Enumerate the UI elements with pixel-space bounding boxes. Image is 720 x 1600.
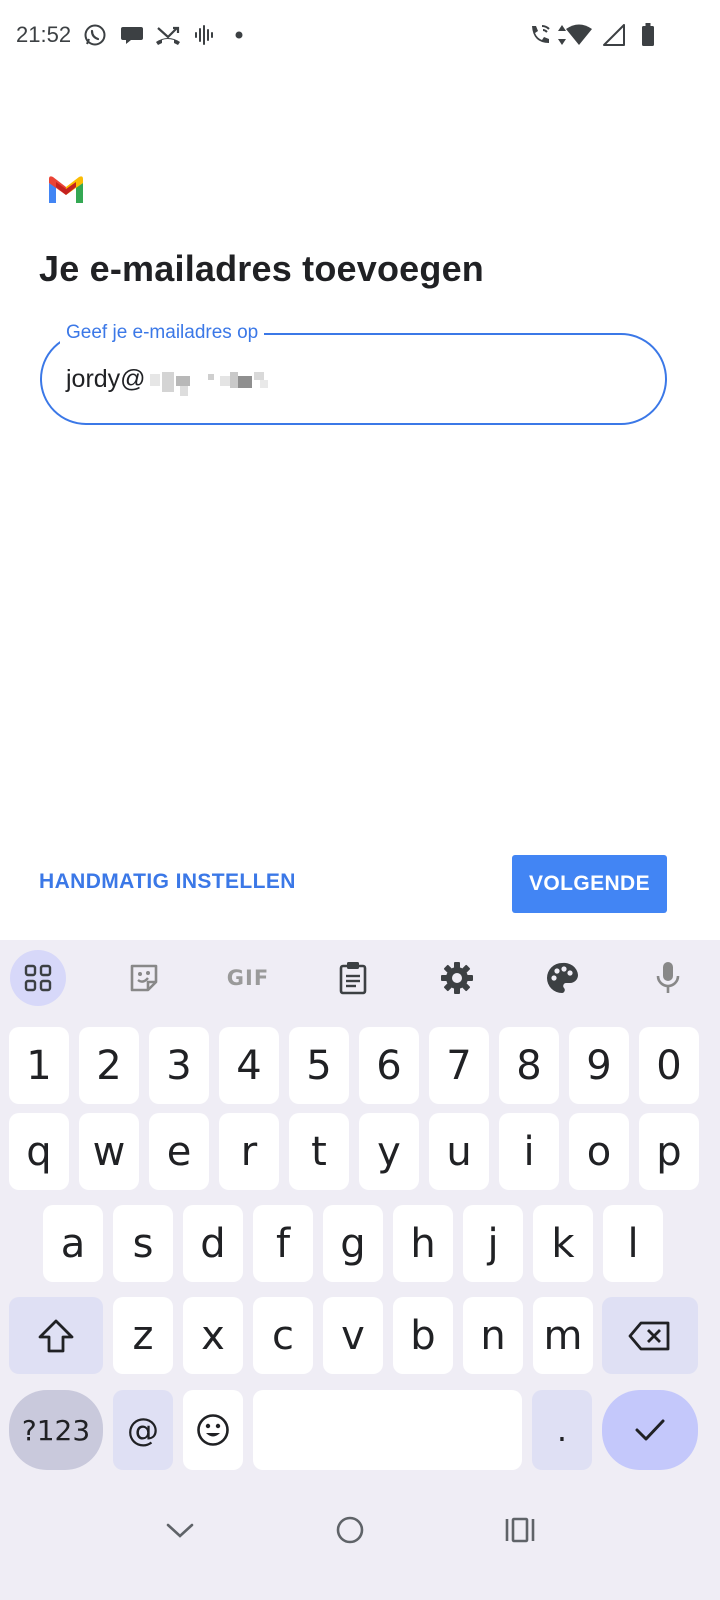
key-4[interactable]: 4 xyxy=(219,1027,279,1104)
key-j[interactable]: j xyxy=(463,1205,523,1282)
gmail-logo xyxy=(47,175,85,205)
key-a[interactable]: a xyxy=(43,1205,103,1282)
email-field-label: Geef je e-mailadres op xyxy=(60,322,265,344)
key-s[interactable]: s xyxy=(113,1205,173,1282)
redacted-text xyxy=(150,370,275,396)
key-k[interactable]: k xyxy=(533,1205,593,1282)
period-key[interactable]: . xyxy=(532,1390,592,1470)
emoji-key[interactable] xyxy=(183,1390,243,1470)
recents-icon[interactable] xyxy=(490,1505,550,1555)
microphone-icon[interactable] xyxy=(640,950,696,1006)
key-2[interactable]: 2 xyxy=(79,1027,139,1104)
key-q[interactable]: q xyxy=(9,1113,69,1190)
key-8[interactable]: 8 xyxy=(499,1027,559,1104)
status-bar: 21:52 xyxy=(0,0,720,72)
key-0[interactable]: 0 xyxy=(639,1027,699,1104)
key-d[interactable]: d xyxy=(183,1205,243,1282)
enter-key[interactable] xyxy=(602,1390,698,1470)
key-g[interactable]: g xyxy=(323,1205,383,1282)
key-o[interactable]: o xyxy=(569,1113,629,1190)
key-r[interactable]: r xyxy=(219,1113,279,1190)
missed-call-icon xyxy=(154,22,182,48)
gif-icon[interactable]: GIF xyxy=(219,950,277,1006)
key-9[interactable]: 9 xyxy=(569,1027,629,1104)
apps-grid-icon[interactable] xyxy=(10,950,66,1006)
page-title: Je e-mailadres toevoegen xyxy=(39,248,484,289)
key-x[interactable]: x xyxy=(183,1297,243,1374)
key-l[interactable]: l xyxy=(603,1205,663,1282)
key-z[interactable]: z xyxy=(113,1297,173,1374)
cell-signal-icon xyxy=(601,22,627,48)
key-u[interactable]: u xyxy=(429,1113,489,1190)
key-v[interactable]: v xyxy=(323,1297,383,1374)
key-i[interactable]: i xyxy=(499,1113,559,1190)
notification-dot-icon xyxy=(232,22,246,48)
key-t[interactable]: t xyxy=(289,1113,349,1190)
messages-icon xyxy=(119,22,145,48)
key-6[interactable]: 6 xyxy=(359,1027,419,1104)
key-5[interactable]: 5 xyxy=(289,1027,349,1104)
sticker-icon[interactable] xyxy=(116,950,172,1006)
key-m[interactable]: m xyxy=(533,1297,593,1374)
gif-label: GIF xyxy=(226,966,270,990)
palette-icon[interactable] xyxy=(534,950,590,1006)
wifi-call-icon xyxy=(527,22,553,48)
key-f[interactable]: f xyxy=(253,1205,313,1282)
key-w[interactable]: w xyxy=(79,1113,139,1190)
wifi-icon xyxy=(564,22,594,48)
battery-icon xyxy=(638,22,658,48)
voice-recorder-icon xyxy=(192,22,216,48)
key-h[interactable]: h xyxy=(393,1205,453,1282)
key-e[interactable]: e xyxy=(149,1113,209,1190)
back-chevron-icon[interactable] xyxy=(150,1505,210,1555)
shift-key[interactable] xyxy=(9,1297,103,1374)
key-y[interactable]: y xyxy=(359,1113,419,1190)
whatsapp-icon xyxy=(82,22,108,48)
key-1[interactable]: 1 xyxy=(9,1027,69,1104)
manual-setup-button[interactable]: HANDMATIG INSTELLEN xyxy=(39,870,296,894)
backspace-key[interactable] xyxy=(602,1297,698,1374)
space-key[interactable] xyxy=(253,1390,522,1470)
key-p[interactable]: p xyxy=(639,1113,699,1190)
email-input-value[interactable]: jordy@ xyxy=(66,365,146,394)
key-7[interactable]: 7 xyxy=(429,1027,489,1104)
key-n[interactable]: n xyxy=(463,1297,523,1374)
key-b[interactable]: b xyxy=(393,1297,453,1374)
key-c[interactable]: c xyxy=(253,1297,313,1374)
symbols-key[interactable]: ?123 xyxy=(9,1390,103,1470)
next-button[interactable]: VOLGENDE xyxy=(512,855,667,913)
settings-gear-icon[interactable] xyxy=(429,950,485,1006)
status-time: 21:52 xyxy=(16,22,72,47)
home-circle-icon[interactable] xyxy=(320,1505,380,1555)
at-key[interactable]: @ xyxy=(113,1390,173,1470)
key-3[interactable]: 3 xyxy=(149,1027,209,1104)
clipboard-icon[interactable] xyxy=(325,950,381,1006)
